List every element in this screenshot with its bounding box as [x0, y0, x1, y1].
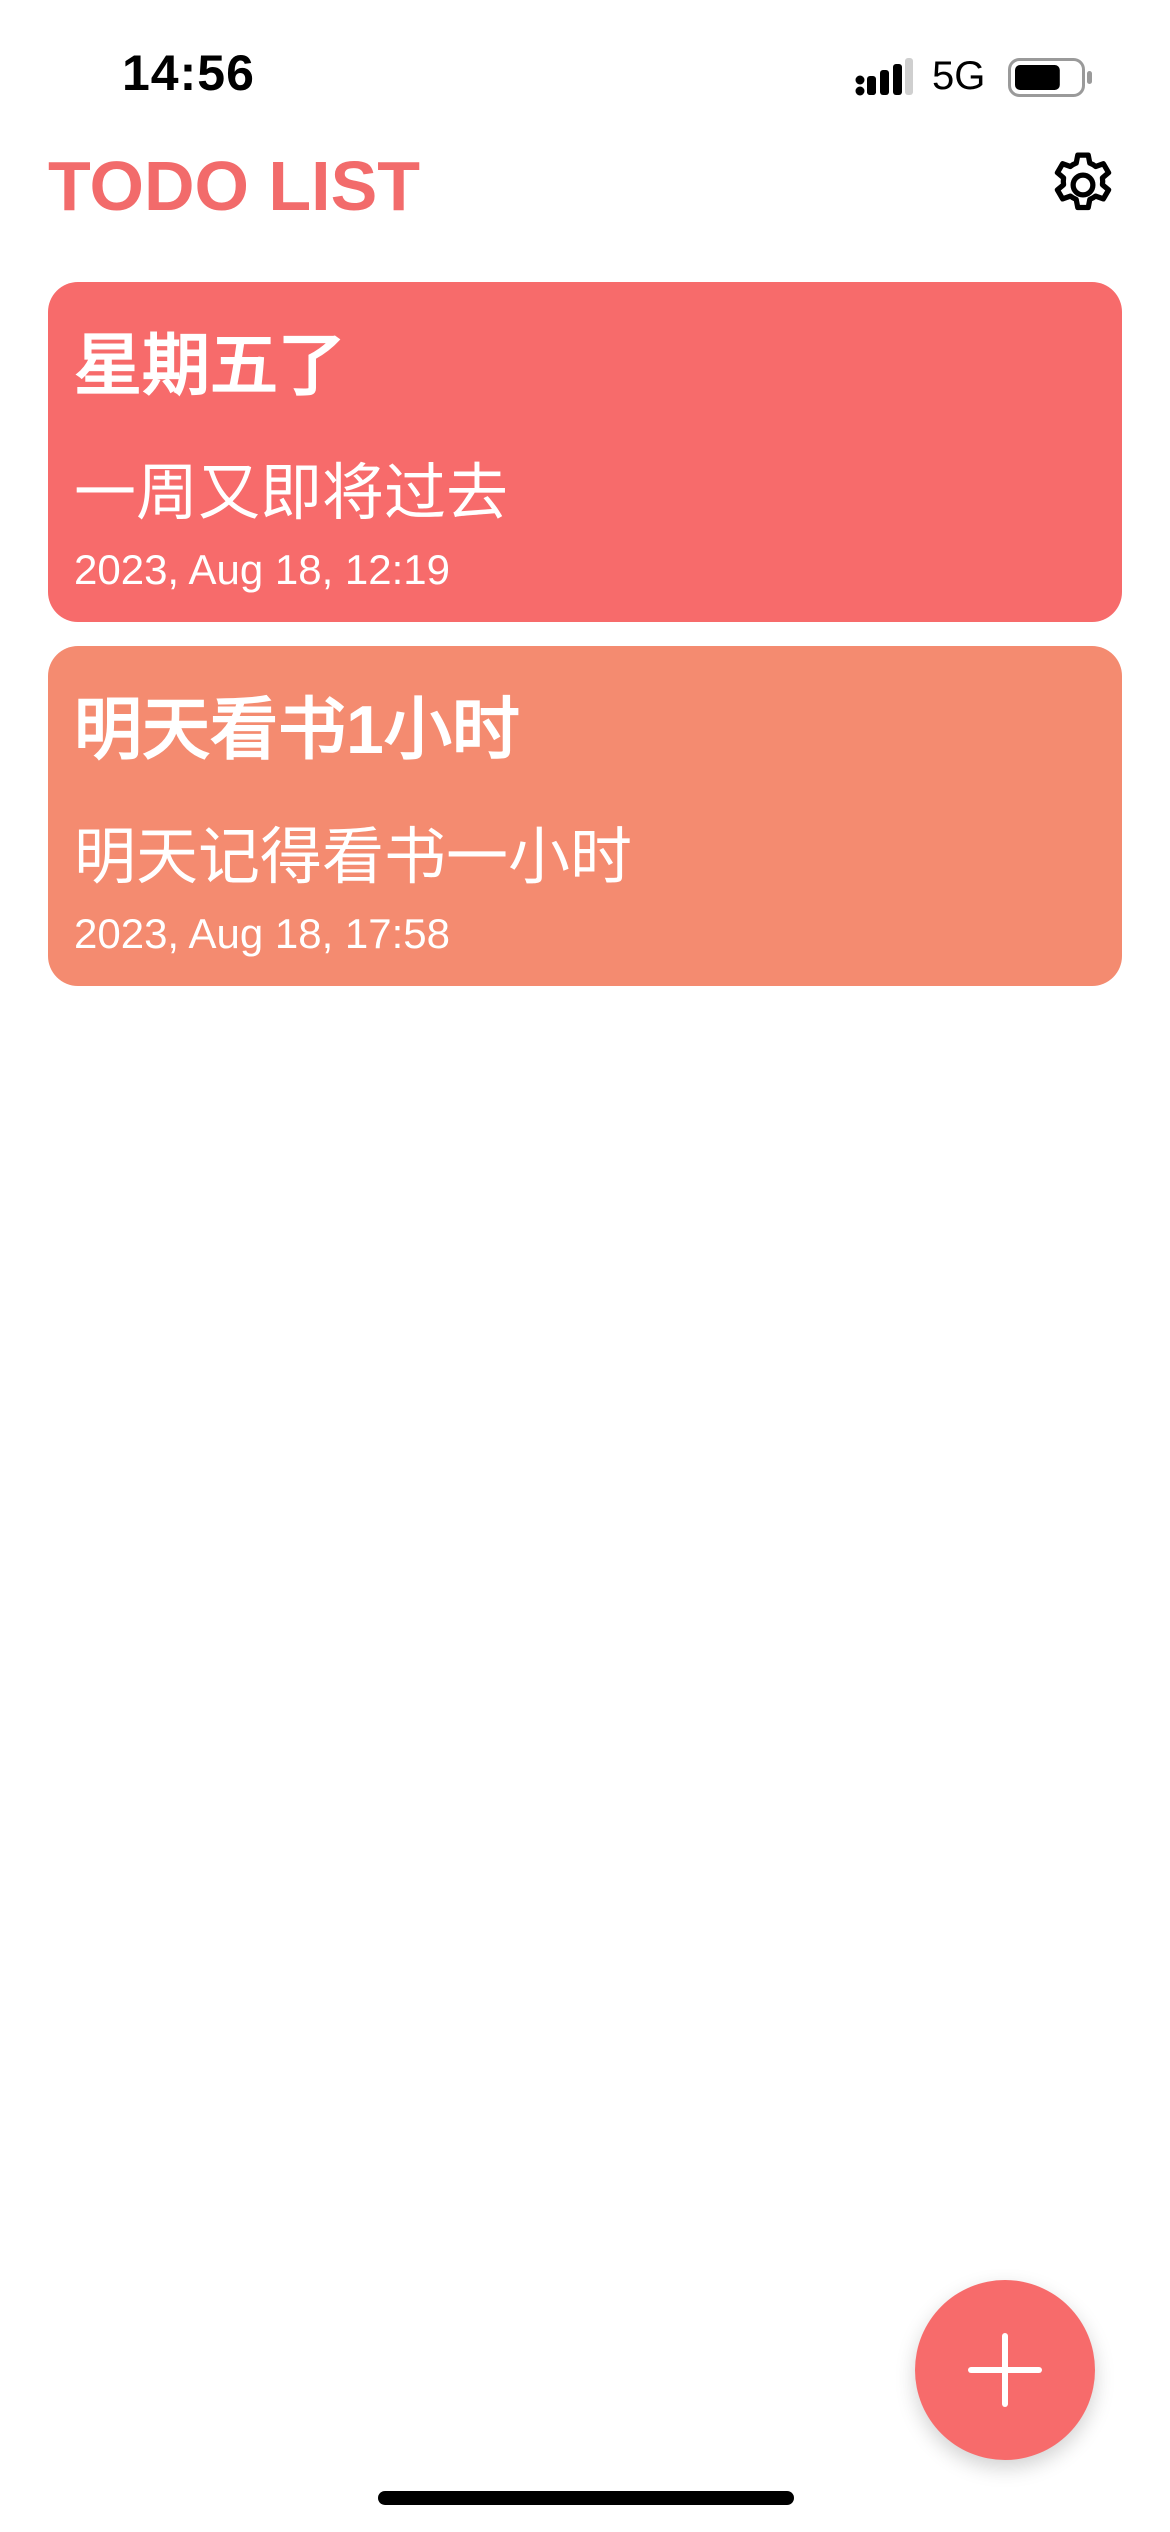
todo-body: 一周又即将过去	[74, 459, 509, 528]
page-title: TODO LIST	[48, 147, 421, 225]
todo-body: 明天记得看书一小时	[74, 823, 633, 892]
todo-title: 星期五了	[74, 328, 347, 404]
network-type: 5G	[932, 54, 986, 98]
battery-icon	[1008, 58, 1092, 97]
todo-card[interactable]: 星期五了 一周又即将过去 2023, Aug 18, 12:19	[48, 282, 1122, 622]
todo-date: 2023, Aug 18, 12:19	[74, 546, 451, 593]
todo-card[interactable]: 明天看书1小时 明天记得看书一小时 2023, Aug 18, 17:58	[48, 646, 1122, 986]
status-bar: 14:56 5G	[0, 0, 1170, 150]
home-indicator[interactable]	[378, 2491, 794, 2505]
todo-date: 2023, Aug 18, 17:58	[74, 910, 451, 957]
app-screen: 14:56 5G TODO LIST 星期五了 一周又即将过去 2023, Au…	[0, 0, 1170, 2532]
todo-title: 明天看书1小时	[74, 692, 520, 768]
plus-icon	[968, 2333, 1042, 2407]
add-todo-button[interactable]	[915, 2280, 1095, 2460]
todo-list: 星期五了 一周又即将过去 2023, Aug 18, 12:19 明天看书1小时…	[48, 282, 1122, 1010]
gear-icon	[1054, 152, 1112, 211]
settings-button[interactable]	[1046, 148, 1120, 222]
status-time: 14:56	[122, 45, 255, 101]
cellular-signal-icon	[855, 58, 913, 96]
